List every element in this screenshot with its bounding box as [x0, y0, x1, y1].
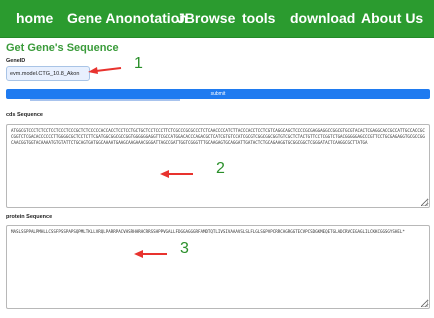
nav-home[interactable]: home — [16, 10, 53, 26]
annotation-number-1: 1 — [134, 55, 143, 72]
gene-id-input[interactable] — [6, 66, 90, 81]
button-shadow — [30, 99, 180, 101]
annotation-arrow-3 — [134, 250, 167, 258]
protein-resize-handle[interactable] — [422, 301, 428, 307]
annotation-arrow-1 — [88, 67, 122, 74]
nav-gene-annotation[interactable]: Gene Anonotation — [67, 10, 188, 26]
page-title: Get Gene's Sequence — [6, 42, 119, 54]
annotation-arrow-2 — [160, 170, 193, 178]
submit-button[interactable]: submit — [6, 89, 430, 99]
nav-download[interactable]: download — [290, 10, 355, 26]
protein-sequence-label: protein Sequence — [6, 214, 53, 220]
gene-id-label: GeneID — [6, 58, 26, 64]
protein-sequence-textarea[interactable]: MASLSSPPALPMHLLCSSFPSSPAPSQPMLTKLLVRQLPA… — [6, 225, 430, 309]
top-navbar: home Gene Anonotation JBrowse tools down… — [0, 0, 434, 38]
nav-jbrowse[interactable]: JBrowse — [177, 10, 235, 26]
cds-resize-handle[interactable] — [422, 200, 428, 206]
cds-sequence-label: cds Sequence — [6, 112, 43, 118]
annotation-number-3: 3 — [180, 240, 189, 257]
nav-about-us[interactable]: About Us — [361, 10, 423, 26]
nav-tools[interactable]: tools — [242, 10, 275, 26]
annotation-number-2: 2 — [216, 160, 225, 177]
